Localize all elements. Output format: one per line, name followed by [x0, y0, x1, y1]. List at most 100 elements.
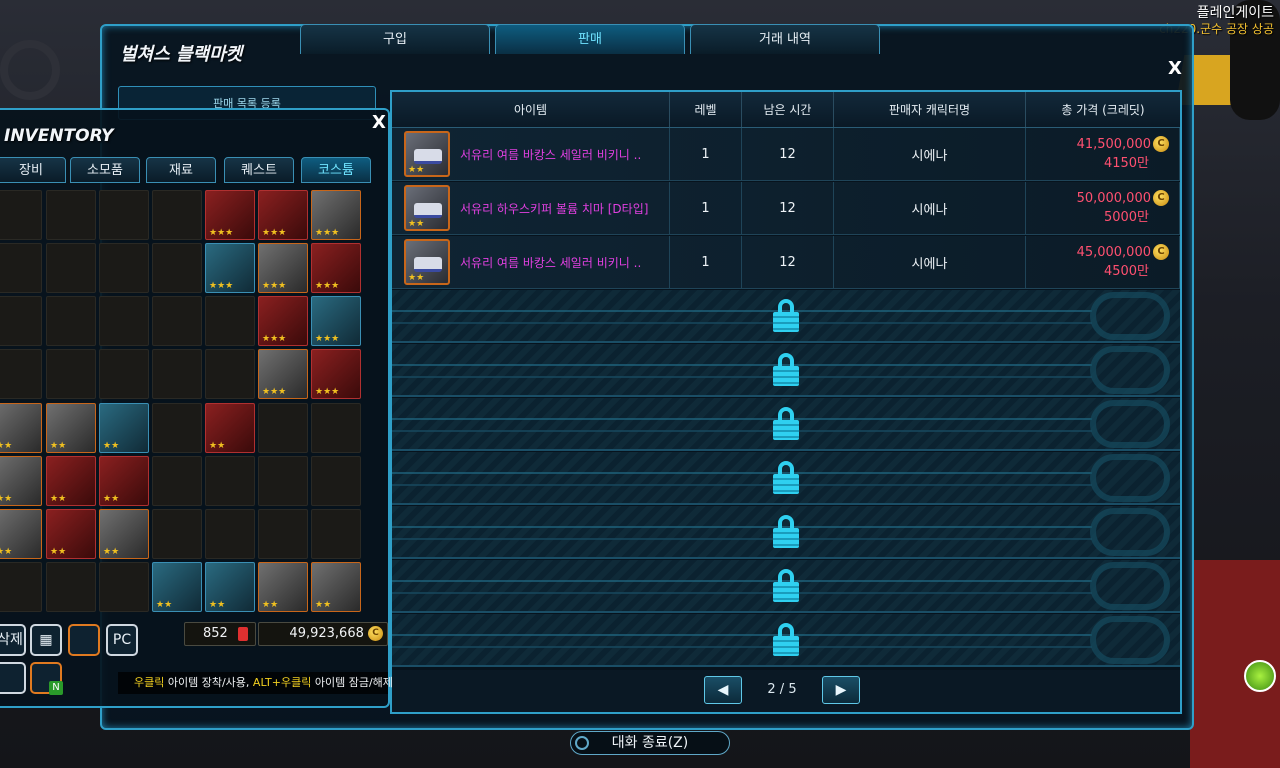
inventory-empty-slot[interactable]: [0, 296, 42, 346]
inventory-item-slot[interactable]: ★★★: [205, 190, 255, 240]
market-close-button[interactable]: X: [1168, 58, 1182, 79]
pc-icon[interactable]: PC: [106, 624, 138, 656]
new-item-icon[interactable]: N: [30, 662, 63, 695]
inventory-empty-slot[interactable]: [205, 456, 255, 506]
star-rating: ★★★: [315, 387, 340, 397]
ring-decoration: [1090, 292, 1170, 340]
inventory-empty-slot[interactable]: [205, 509, 255, 559]
inventory-item-slot[interactable]: ★★: [99, 403, 149, 453]
inventory-item-slot[interactable]: ★★: [0, 403, 42, 453]
inventory-empty-slot[interactable]: [46, 296, 96, 346]
costume-icon[interactable]: [0, 662, 26, 694]
inventory-empty-slot[interactable]: [311, 456, 361, 506]
prev-page-button[interactable]: ◀: [704, 676, 742, 704]
inventory-empty-slot[interactable]: [46, 562, 96, 612]
star-rating: ★★: [103, 494, 120, 504]
inventory-item-slot[interactable]: ★★: [311, 562, 361, 612]
inventory-empty-slot[interactable]: [311, 403, 361, 453]
inventory-item-slot[interactable]: ★★: [46, 509, 96, 559]
inventory-item-slot[interactable]: ★★★: [311, 296, 361, 346]
inventory-empty-slot[interactable]: [311, 509, 361, 559]
inventory-empty-slot[interactable]: [0, 243, 42, 293]
inventory-item-slot[interactable]: ★★★: [311, 243, 361, 293]
end-conversation-button[interactable]: 대화 종료(Z): [570, 731, 730, 755]
inventory-item-slot[interactable]: ★★: [205, 562, 255, 612]
table-row[interactable]: ★★ 서유리 하우스키퍼 볼륨 치마 [D타입] 1 12 시에나 50,000…: [392, 181, 1180, 235]
inventory-empty-slot[interactable]: [0, 349, 42, 399]
inventory-empty-slot[interactable]: [152, 403, 202, 453]
star-rating: ★★: [103, 547, 120, 557]
event-badge-icon[interactable]: [1244, 660, 1276, 692]
grid-view-icon[interactable]: ▦: [30, 624, 62, 656]
inventory-empty-slot[interactable]: [46, 349, 96, 399]
inv-tab-material[interactable]: 재료: [146, 157, 216, 183]
inventory-item-slot[interactable]: ★★: [46, 403, 96, 453]
inventory-empty-slot[interactable]: [258, 403, 308, 453]
magnet-icon[interactable]: [68, 624, 100, 656]
inventory-close-button[interactable]: X: [372, 112, 386, 133]
inv-tab-quest[interactable]: 퀘스트: [224, 157, 294, 183]
inventory-item-slot[interactable]: ★★★: [311, 190, 361, 240]
col-level: 레벨: [670, 92, 742, 127]
inventory-empty-slot[interactable]: [258, 456, 308, 506]
inventory-empty-slot[interactable]: [152, 456, 202, 506]
inventory-empty-slot[interactable]: [99, 349, 149, 399]
inv-tab-costume[interactable]: 코스튬: [301, 157, 371, 183]
inventory-item-slot[interactable]: ★★★: [205, 243, 255, 293]
inventory-item-slot[interactable]: ★★: [152, 562, 202, 612]
inventory-empty-slot[interactable]: [99, 562, 149, 612]
item-seller: 시에나: [834, 127, 1026, 181]
inventory-item-slot[interactable]: ★★: [46, 456, 96, 506]
credit-coin-icon: C: [1153, 189, 1169, 206]
inventory-empty-slot[interactable]: [258, 509, 308, 559]
star-rating: ★★★: [315, 228, 340, 238]
end-talk-ring-icon: [575, 736, 589, 750]
table-row[interactable]: ★★ 서유리 여름 바캉스 세일러 비키니 .. 1 12 시에나 45,000…: [392, 235, 1180, 289]
inventory-item-slot[interactable]: ★★: [205, 403, 255, 453]
item-level: 1: [670, 181, 742, 235]
inventory-empty-slot[interactable]: [152, 349, 202, 399]
inventory-empty-slot[interactable]: [205, 349, 255, 399]
inventory-empty-slot[interactable]: [0, 562, 42, 612]
table-row[interactable]: ★★ 서유리 여름 바캉스 세일러 비키니 .. 1 12 시에나 41,500…: [392, 127, 1180, 181]
tab-buy[interactable]: 구입: [300, 24, 490, 54]
new-badge: N: [49, 681, 63, 695]
market-title: 벌쳐스 블랙마켓: [120, 44, 243, 65]
inventory-item-slot[interactable]: ★★★: [311, 349, 361, 399]
tab-sell[interactable]: 판매: [495, 24, 685, 54]
inventory-empty-slot[interactable]: [99, 296, 149, 346]
tab-history[interactable]: 거래 내역: [690, 24, 880, 54]
inventory-item-slot[interactable]: ★★★: [258, 190, 308, 240]
inventory-item-slot[interactable]: ★★★: [258, 243, 308, 293]
star-rating: ★★: [0, 547, 13, 557]
locked-slot-row: [392, 614, 1180, 667]
inventory-item-slot[interactable]: ★★: [258, 562, 308, 612]
delete-item-icon[interactable]: 삭제: [0, 624, 26, 656]
inventory-empty-slot[interactable]: [46, 190, 96, 240]
inventory-empty-slot[interactable]: [99, 243, 149, 293]
inventory-item-slot[interactable]: ★★★: [258, 296, 308, 346]
table-header: 아이템 레벨 남은 시간 판매자 캐릭터명 총 가격 (크레딧): [392, 92, 1180, 128]
inventory-empty-slot[interactable]: [152, 296, 202, 346]
inventory-empty-slot[interactable]: [152, 190, 202, 240]
star-rating: ★★: [0, 441, 13, 451]
inventory-empty-slot[interactable]: [152, 243, 202, 293]
inventory-empty-slot[interactable]: [205, 296, 255, 346]
inventory-item-slot[interactable]: ★★: [0, 456, 42, 506]
inventory-item-slot[interactable]: ★★: [99, 456, 149, 506]
locked-slot-row: [392, 506, 1180, 559]
locked-slot-row: [392, 290, 1180, 343]
star-rating: ★★: [262, 600, 279, 610]
inventory-empty-slot[interactable]: [0, 190, 42, 240]
inventory-empty-slot[interactable]: [46, 243, 96, 293]
inventory-item-slot[interactable]: ★★: [0, 509, 42, 559]
inv-tab-consumable[interactable]: 소모품: [70, 157, 140, 183]
item-level: 1: [670, 235, 742, 289]
next-page-button[interactable]: ▶: [822, 676, 860, 704]
inventory-item-slot[interactable]: ★★★: [258, 349, 308, 399]
inventory-empty-slot[interactable]: [152, 509, 202, 559]
inventory-item-slot[interactable]: ★★: [99, 509, 149, 559]
inventory-empty-slot[interactable]: [99, 190, 149, 240]
col-seller: 판매자 캐릭터명: [834, 92, 1026, 127]
inv-tab-equipment[interactable]: 장비: [0, 157, 66, 183]
